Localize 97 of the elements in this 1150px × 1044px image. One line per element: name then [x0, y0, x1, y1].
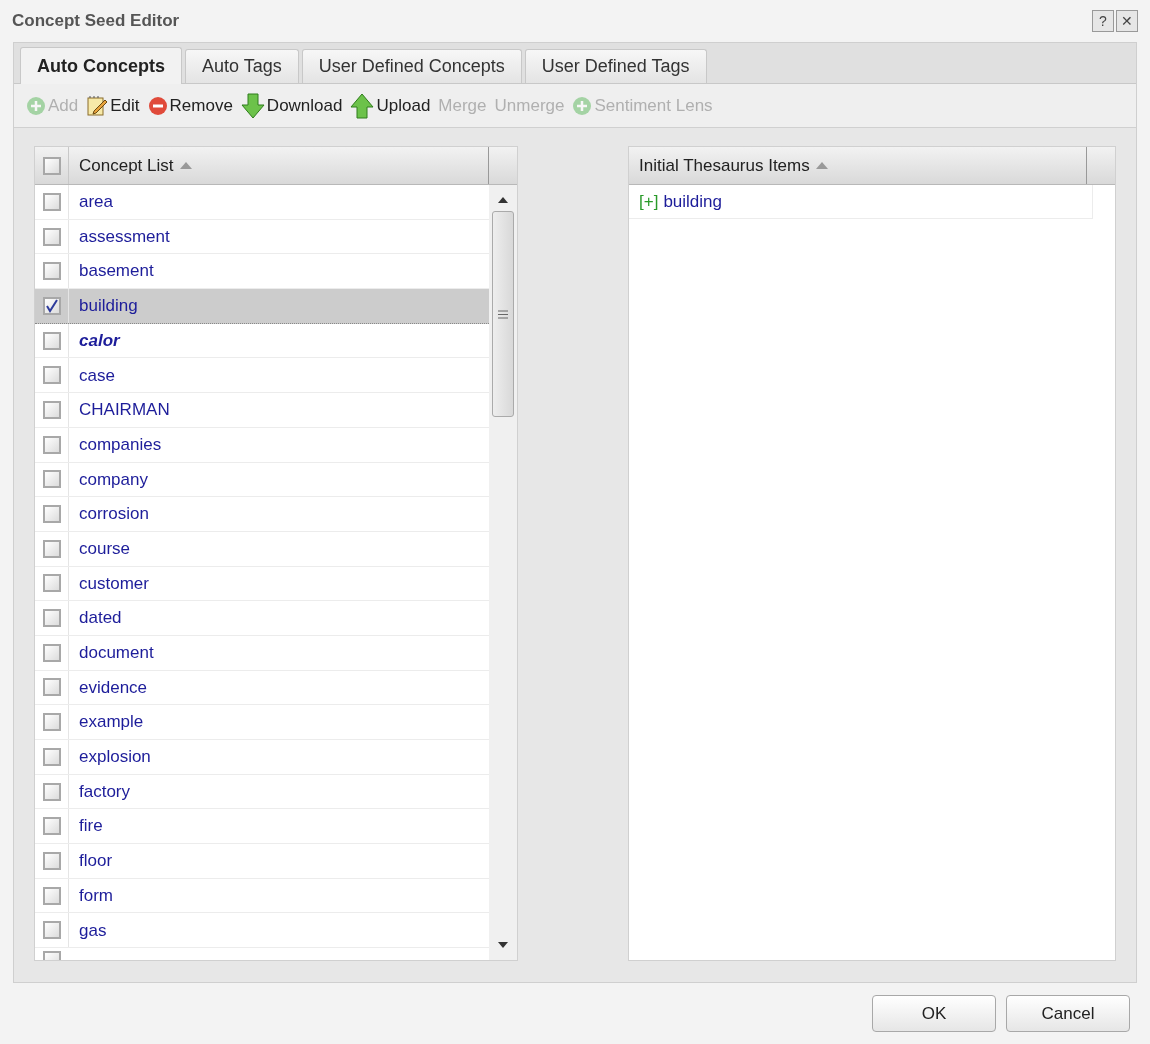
concept-label: basement: [79, 260, 154, 283]
notepad-pencil-icon: [86, 94, 109, 117]
concept-row[interactable]: customer: [35, 566, 490, 602]
checkbox[interactable]: [42, 782, 61, 801]
concept-label: customer: [79, 572, 149, 595]
checkbox[interactable]: [42, 470, 61, 489]
checkbox[interactable]: [42, 574, 61, 593]
grip-icon: [498, 309, 509, 319]
down-arrow-icon: [240, 92, 265, 119]
tab[interactable]: Auto Tags: [185, 49, 299, 83]
ok-button[interactable]: OK: [872, 995, 996, 1032]
window-title: Concept Seed Editor: [12, 10, 180, 33]
checkbox[interactable]: [42, 678, 61, 697]
concept-label: floor: [79, 850, 113, 873]
checkbox[interactable]: [42, 400, 61, 419]
concept-label: example: [79, 711, 144, 734]
concept-label: companies: [79, 433, 162, 456]
check-icon: [44, 298, 59, 313]
concept-row[interactable]: dated: [35, 601, 490, 636]
checkbox[interactable]: [42, 817, 61, 836]
concept-label: fire: [79, 815, 103, 838]
concept-row[interactable]: form: [35, 878, 490, 914]
scroll-up-icon: [498, 197, 509, 203]
checkbox[interactable]: [42, 747, 61, 766]
concept-row[interactable]: floor: [35, 844, 490, 879]
concept-row[interactable]: assessment: [35, 219, 490, 255]
tab[interactable]: User Defined Concepts: [301, 49, 522, 83]
concept-label: course: [79, 537, 131, 560]
toolbar-button[interactable]: Download: [240, 92, 343, 119]
concept-label: building: [79, 295, 138, 318]
checkbox[interactable]: [42, 921, 61, 940]
concept-row[interactable]: gas: [35, 913, 490, 949]
scroll-down-icon: [498, 942, 509, 948]
toolbar-button[interactable]: Remove: [147, 92, 233, 119]
concept-row[interactable]: explosion: [35, 740, 490, 775]
checkbox[interactable]: [42, 435, 61, 454]
concept-row[interactable]: factory: [35, 774, 490, 810]
scroll-thumb[interactable]: [492, 211, 515, 417]
concept-row[interactable]: CHAIRMAN: [35, 393, 490, 428]
checkbox[interactable]: [42, 296, 61, 315]
checkbox[interactable]: [42, 227, 61, 246]
concept-row[interactable]: basement: [35, 254, 490, 290]
concept-label: corrosion: [79, 503, 149, 526]
checkbox[interactable]: [42, 851, 61, 870]
checkbox[interactable]: [42, 262, 61, 281]
concept-label: dated: [79, 607, 122, 630]
concept-label: evidence: [79, 676, 148, 699]
checkbox[interactable]: [42, 539, 61, 558]
minus-icon: [147, 95, 168, 116]
concept-row[interactable]: course: [35, 531, 490, 567]
concept-label: case: [79, 364, 115, 387]
scrollbar[interactable]: [489, 185, 518, 960]
sort-up-icon: [815, 162, 828, 169]
concept-label: explosion: [79, 746, 151, 769]
concept-row[interactable]: evidence: [35, 670, 490, 706]
cancel-button[interactable]: Cancel: [1006, 995, 1130, 1032]
toolbar-button[interactable]: Upload: [350, 92, 431, 119]
checkbox[interactable]: [42, 505, 61, 524]
concept-label: document: [79, 642, 154, 665]
concept-row[interactable]: case: [35, 358, 490, 394]
concept-row[interactable]: document: [35, 635, 490, 671]
checkbox[interactable]: [42, 331, 61, 350]
concept-row[interactable]: example: [35, 705, 490, 740]
concept-label: CHAIRMAN: [79, 399, 170, 422]
concept-label: area: [79, 191, 114, 214]
concept-label: factory: [79, 780, 131, 803]
concept-row[interactable]: fire: [35, 809, 490, 845]
concept-label: form: [79, 884, 113, 907]
column-header[interactable]: Concept List: [79, 152, 174, 179]
checkbox[interactable]: [42, 609, 61, 628]
tab[interactable]: Auto Concepts: [20, 47, 182, 84]
up-arrow-icon: [350, 92, 375, 119]
tab[interactable]: User Defined Tags: [524, 49, 707, 83]
sort-up-icon: [179, 162, 192, 169]
concept-label: assessment: [79, 225, 170, 248]
checkbox[interactable]: [42, 366, 61, 385]
concept-row[interactable]: calor: [35, 323, 490, 359]
checkbox[interactable]: [42, 156, 61, 175]
concept-row[interactable]: area: [35, 185, 490, 220]
help-button[interactable]: ?: [1092, 10, 1114, 32]
concept-row[interactable]: building: [35, 289, 490, 324]
plus-icon: [572, 95, 593, 116]
concept-label: company: [79, 468, 148, 491]
concept-row[interactable]: corrosion: [35, 497, 490, 532]
checkbox[interactable]: [42, 192, 61, 211]
concept-row[interactable]: company: [35, 462, 490, 498]
concept-label: gas: [79, 919, 107, 942]
concept-row[interactable]: companies: [35, 427, 490, 463]
plus-icon: [26, 95, 46, 116]
checkbox[interactable]: [42, 643, 61, 662]
thesaurus-label: building: [663, 190, 722, 213]
concept-label: calor: [79, 329, 120, 352]
close-button[interactable]: ✕: [1116, 10, 1138, 32]
checkbox[interactable]: [42, 713, 61, 732]
checkbox[interactable]: [42, 886, 61, 905]
expand-toggle[interactable]: [+]: [639, 188, 659, 215]
toolbar-button[interactable]: Edit: [86, 92, 140, 119]
